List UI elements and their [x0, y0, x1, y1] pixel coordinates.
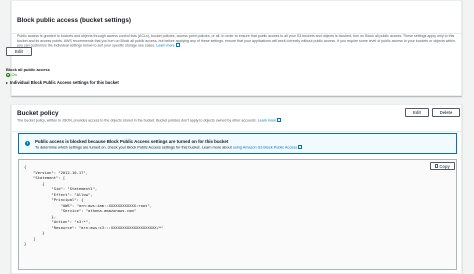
bucket-policy-header: Bucket policy The bucket policy, written… — [12, 105, 461, 132]
block-all-public-access-status: On — [6, 72, 17, 77]
individual-settings-expander[interactable]: Individual Block Public Access settings … — [6, 80, 119, 85]
bucket-policy-delete-button[interactable]: Delete — [432, 108, 460, 117]
success-check-icon — [6, 72, 10, 77]
code-line: } — [24, 241, 27, 246]
bucket-policy-description: The bucket policy, written in JSON, prov… — [17, 118, 457, 123]
block-public-access-docs-link[interactable]: using Amazon S3 Block Public Access — [233, 145, 297, 149]
bucket-policy-learn-more-link[interactable]: Learn more — [258, 118, 276, 122]
bucket-policy-edit-button[interactable]: Edit — [405, 108, 429, 117]
external-link-icon — [277, 118, 282, 122]
block-public-access-edit-button[interactable]: Edit — [6, 47, 32, 56]
caret-right-icon — [6, 81, 8, 84]
copy-icon — [435, 164, 438, 168]
block-public-access-learn-more-link[interactable]: Learn more — [156, 44, 174, 48]
status-text: On — [11, 72, 17, 77]
block-public-access-description: Public access is granted to buckets and … — [17, 34, 456, 48]
external-link-icon — [298, 145, 303, 149]
bucket-policy-code-block[interactable]: { "Version": "2012-10-17", "Statement": … — [18, 159, 457, 270]
public-access-blocked-alert: i Public access is blocked because Block… — [18, 133, 457, 154]
info-icon: i — [25, 141, 30, 146]
individual-settings-label: Individual Block Public Access settings … — [10, 80, 119, 85]
external-link-icon — [175, 43, 180, 48]
alert-body: To determine which settings are turned o… — [35, 145, 303, 149]
copy-policy-button[interactable]: Copy — [430, 162, 455, 170]
block-public-access-header: Block public access (bucket settings) — [12, 1, 461, 34]
alert-title: Public access is blocked because Block P… — [35, 139, 229, 144]
block-public-access-title: Block public access (bucket settings) — [17, 17, 132, 24]
bucket-policy-title: Bucket policy — [17, 110, 59, 117]
copy-label: Copy — [439, 163, 450, 169]
